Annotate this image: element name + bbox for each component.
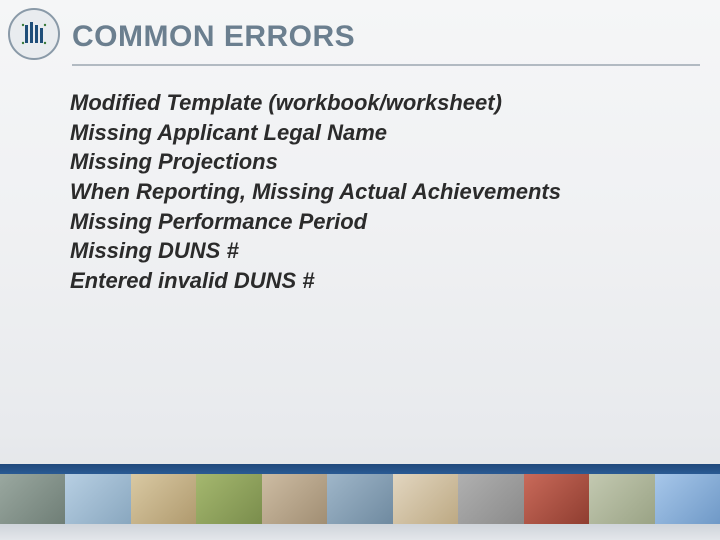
footer-tile — [327, 474, 392, 524]
list-item: Missing DUNS # — [70, 236, 690, 266]
title-underline — [72, 64, 700, 66]
footer-tile — [131, 474, 196, 524]
bullet-list: Modified Template (workbook/worksheet) M… — [70, 88, 690, 296]
list-item: Missing Projections — [70, 147, 690, 177]
footer-tile — [458, 474, 523, 524]
footer-tile — [196, 474, 261, 524]
footer-bottom-edge — [0, 524, 720, 540]
building-icon — [19, 19, 49, 49]
footer-image-strip — [0, 464, 720, 540]
footer-tile — [0, 474, 65, 524]
footer-tile — [262, 474, 327, 524]
footer-tile — [589, 474, 654, 524]
list-item: Entered invalid DUNS # — [70, 266, 690, 296]
list-item: When Reporting, Missing Actual Achieveme… — [70, 177, 690, 207]
agency-seal-logo — [8, 8, 60, 60]
list-item: Missing Performance Period — [70, 207, 690, 237]
list-item: Modified Template (workbook/worksheet) — [70, 88, 690, 118]
footer-tile — [65, 474, 130, 524]
footer-blue-bar — [0, 464, 720, 474]
list-item: Missing Applicant Legal Name — [70, 118, 690, 148]
footer-tile — [524, 474, 589, 524]
footer-tile — [393, 474, 458, 524]
slide-title: COMMON ERRORS — [72, 20, 355, 54]
footer-tiles — [0, 474, 720, 524]
footer-tile — [655, 474, 720, 524]
